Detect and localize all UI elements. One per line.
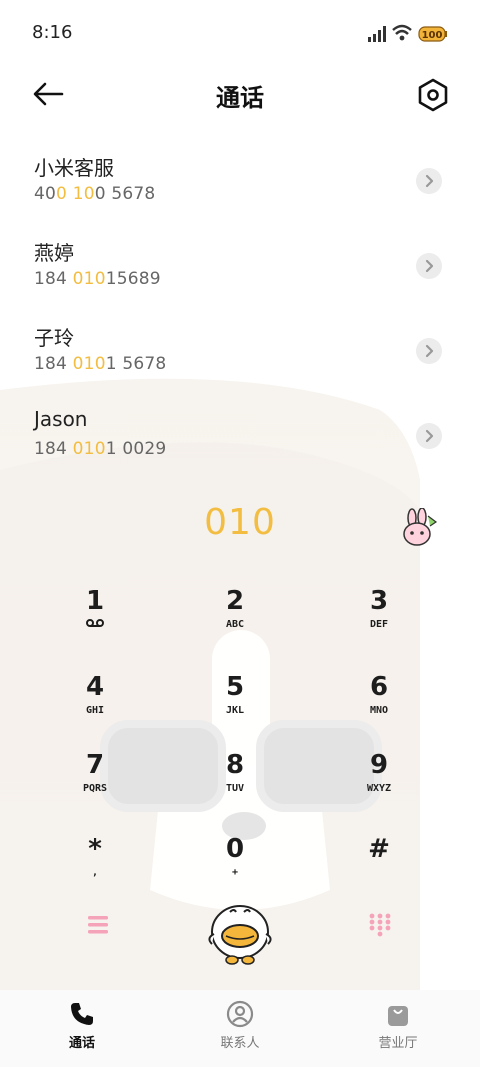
nav-label-contacts: 联系人 [220, 1036, 260, 1051]
phone-icon [71, 1003, 93, 1025]
key-4[interactable]: 4 GHI [40, 672, 150, 742]
key-6[interactable]: 6 MNO [324, 672, 434, 742]
page-header: 通话 [0, 64, 480, 124]
chevron-right-icon[interactable] [416, 423, 442, 449]
duck-call-button[interactable] [202, 898, 278, 966]
chevron-right-icon[interactable] [416, 168, 442, 194]
bottom-navigation: 通话 联系人 营业厅 [0, 990, 480, 1067]
contacts-icon [226, 1000, 254, 1028]
signal-icon [368, 26, 386, 42]
contact-number: 184 0101 5678 [34, 354, 167, 374]
contact-name: Jason [34, 407, 88, 431]
dialpad-grid-icon[interactable] [368, 912, 392, 938]
status-bar: 8:16 100 [0, 0, 480, 64]
bunny-sticker-icon[interactable] [398, 508, 438, 548]
chevron-right-icon[interactable] [416, 338, 442, 364]
store-bag-icon [388, 1006, 408, 1026]
key-8[interactable]: 8 TUV [180, 750, 290, 820]
chevron-right-icon[interactable] [416, 253, 442, 279]
key-3[interactable]: 3 DEF [324, 586, 434, 656]
contact-row-xiaomi[interactable]: 小米客服 400 100 5678 [0, 140, 480, 224]
nav-tab-store[interactable]: 营业厅 [338, 1000, 458, 1060]
menu-icon[interactable] [86, 914, 110, 936]
contact-name: 子玲 [34, 326, 74, 350]
contact-name: 小米客服 [34, 156, 114, 180]
nav-label-store: 营业厅 [378, 1036, 418, 1051]
status-time: 8:16 [32, 22, 73, 43]
voicemail-icon [86, 619, 104, 627]
contact-name: 燕婷 [34, 241, 74, 265]
nav-tab-calls[interactable]: 通话 [22, 1000, 142, 1060]
key-1[interactable]: 1 [40, 586, 150, 656]
contact-row-ziling[interactable]: 子玲 184 0101 5678 [0, 310, 480, 394]
nav-label-calls: 通话 [68, 1036, 95, 1051]
battery-level: 100 [422, 30, 443, 41]
contact-number: 184 01015689 [34, 269, 161, 289]
contact-number: 184 0101 0029 [34, 439, 167, 459]
battery-icon: 100 [418, 24, 448, 48]
contact-row-jason[interactable]: Jason 184 0101 0029 [0, 395, 480, 479]
contact-number: 400 100 5678 [34, 184, 156, 204]
nav-tab-contacts[interactable]: 联系人 [180, 1000, 300, 1060]
key-2[interactable]: 2 ABC [180, 586, 290, 656]
key-7[interactable]: 7 PQRS [40, 750, 150, 820]
key-5[interactable]: 5 JKL [180, 672, 290, 742]
key-0[interactable]: 0 + [180, 834, 290, 904]
key-star[interactable]: *, [40, 834, 150, 904]
settings-gear-icon[interactable] [414, 76, 452, 114]
key-9[interactable]: 9 WXYZ [324, 750, 434, 820]
page-title: 通话 [216, 84, 264, 112]
key-hash[interactable]: # [324, 834, 434, 904]
contact-row-yanting[interactable]: 燕婷 184 01015689 [0, 225, 480, 309]
wifi-icon [392, 24, 412, 41]
